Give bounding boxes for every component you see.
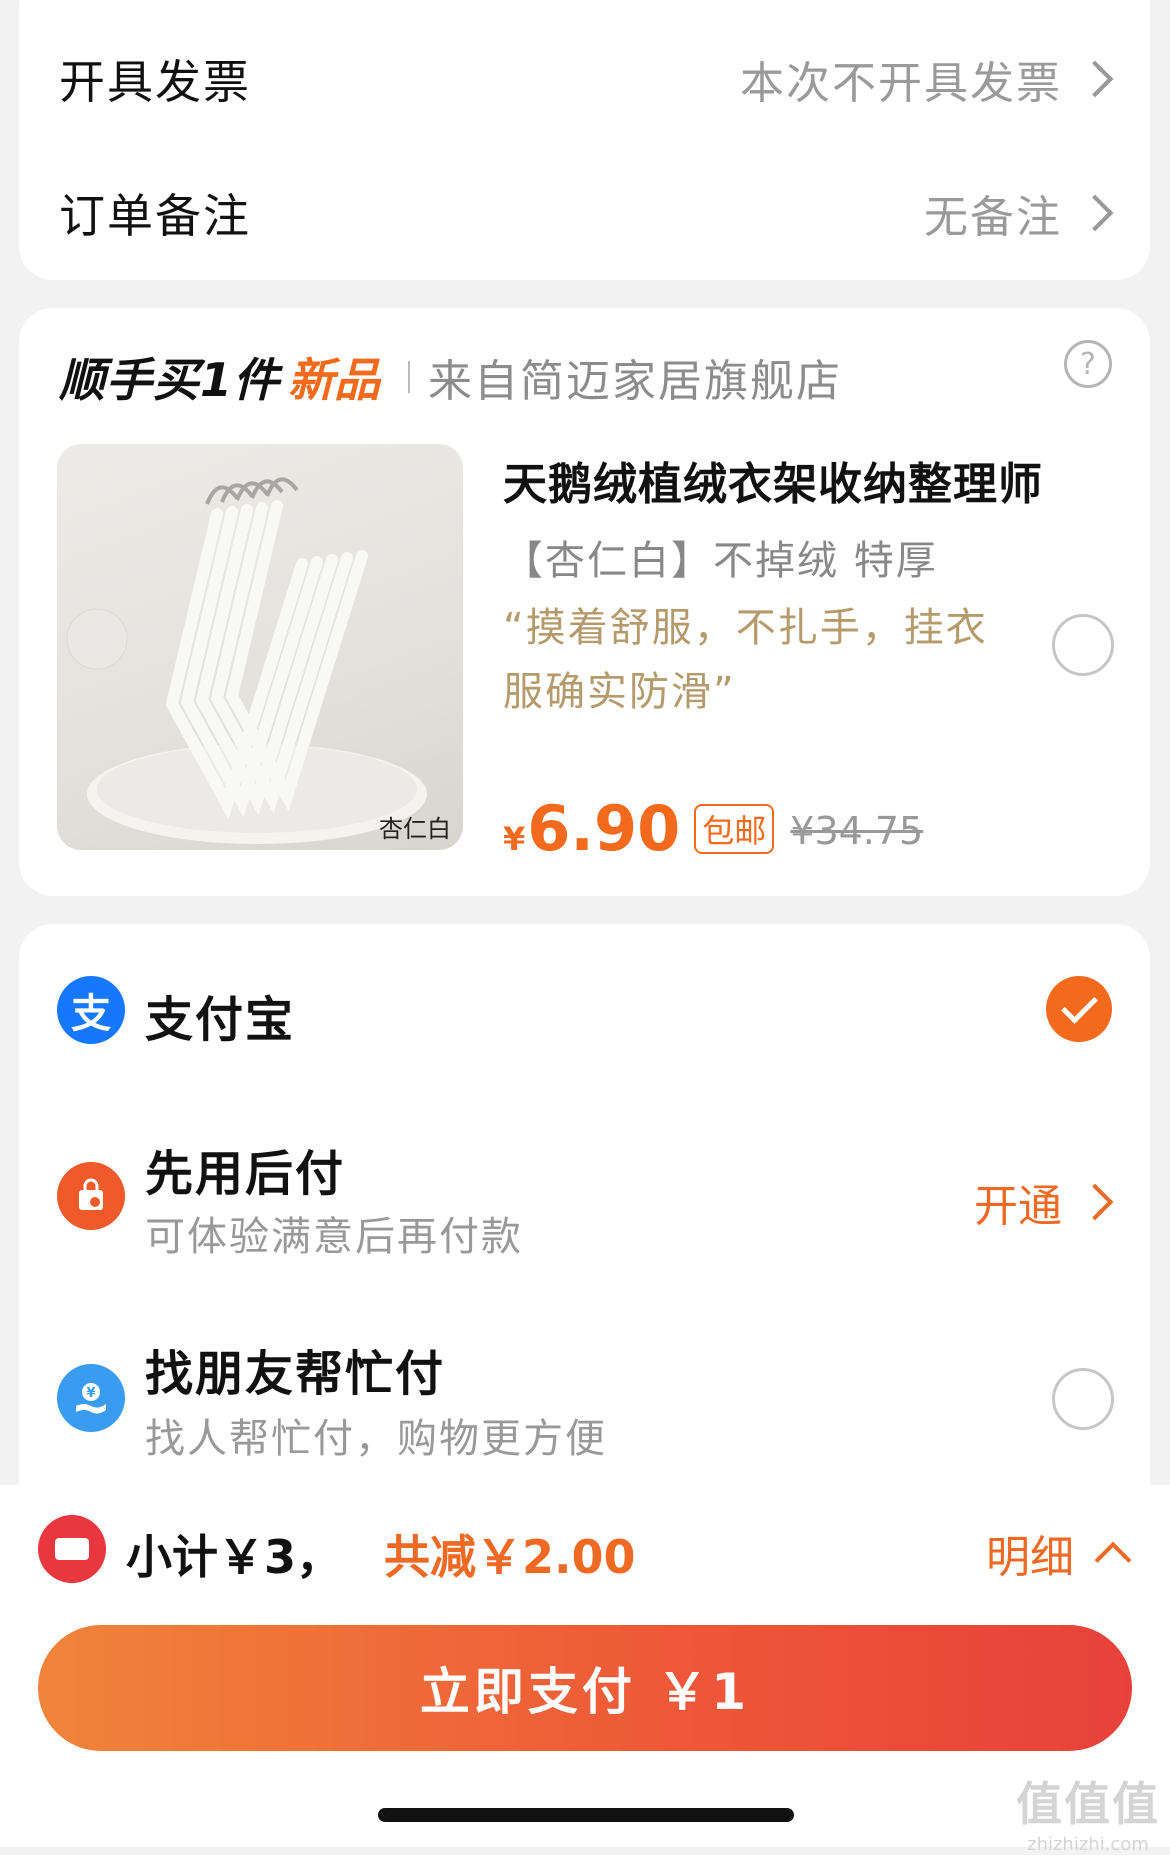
detail-toggle[interactable]: 明细 <box>986 1521 1132 1585</box>
invoice-value: 本次不开具发票 <box>740 47 1114 111</box>
addon-select-radio[interactable] <box>1052 614 1114 676</box>
remark-value: 无备注 <box>924 181 1114 245</box>
home-indicator <box>378 1808 794 1822</box>
alipay-icon: 支 <box>57 976 125 1044</box>
currency-symbol: ¥ <box>503 820 526 858</box>
discount-text: 共减￥2.00 <box>384 1530 636 1584</box>
chevron-right-icon <box>1076 60 1114 98</box>
product-price: ¥ 6.90 包邮 ¥34.75 <box>503 792 923 865</box>
remark-row[interactable]: 订单备注 无备注 <box>19 146 1150 280</box>
coupon-icon <box>38 1515 106 1583</box>
svg-text:¥: ¥ <box>86 1386 95 1401</box>
enable-label: 开通 <box>974 1181 1062 1232</box>
product-image[interactable]: 杏仁白 <box>57 444 463 850</box>
chevron-right-icon <box>1076 1183 1114 1221</box>
selected-check-icon[interactable] <box>1046 976 1112 1042</box>
product-name[interactable]: 天鹅绒植绒衣架收纳整理师 <box>503 448 1043 512</box>
addon-badge: 新品 <box>288 353 381 407</box>
chevron-up-icon <box>1094 1541 1132 1579</box>
divider <box>408 361 411 393</box>
checkout-bar: 小计￥3， 共减￥2.00 明细 立即支付 ￥1 值值值 zhizhizhi.c… <box>0 1485 1170 1855</box>
pay-later-icon <box>57 1162 125 1230</box>
payment-method-subtitle: 可体验满意后再付款 <box>145 1214 523 1260</box>
addon-card: 顺手买1件 新品 来自简迈家居旗舰店 ? 杏仁白 天鹅绒植绒衣架收纳整理师 【杏… <box>19 308 1150 896</box>
chevron-right-icon <box>1076 194 1114 232</box>
free-shipping-badge: 包邮 <box>694 804 775 854</box>
watermark-url: zhizhizhi.com <box>1027 1834 1149 1855</box>
bag-icon <box>79 1178 103 1210</box>
remark-label: 订单备注 <box>59 189 251 243</box>
hanger-illustration <box>66 477 427 844</box>
help-icon[interactable]: ? <box>1064 340 1112 388</box>
subtotal-text: 小计￥3， <box>126 1530 343 1584</box>
pay-now-button[interactable]: 立即支付 ￥1 <box>38 1625 1132 1751</box>
original-price: ¥34.75 <box>790 809 924 853</box>
invoice-value-text: 本次不开具发票 <box>740 58 1062 109</box>
payment-method-name: 找朋友帮忙付 <box>145 1346 446 1402</box>
price-amount: 6.90 <box>527 792 681 865</box>
payment-method-subtitle: 找人帮忙付，购物更方便 <box>145 1416 607 1462</box>
yen-hand-icon: ¥ <box>76 1383 106 1414</box>
addon-header: 顺手买1件 新品 来自简迈家居旗舰店 <box>59 344 842 410</box>
remark-value-text: 无备注 <box>924 192 1062 243</box>
watermark: 值值值 zhizhizhi.com <box>1016 1768 1160 1855</box>
invoice-row[interactable]: 开具发票 本次不开具发票 <box>19 12 1150 146</box>
friend-pay-icon: ¥ <box>57 1364 125 1432</box>
payment-method-name: 先用后付 <box>145 1146 346 1202</box>
watermark-logo: 值值值 <box>1016 1777 1160 1831</box>
addon-store: 来自简迈家居旗舰店 <box>428 356 843 407</box>
product-spec: 【杏仁白】不掉绒 特厚 <box>503 538 938 584</box>
order-options-card: 开具发票 本次不开具发票 订单备注 无备注 <box>19 0 1150 280</box>
payment-method-name: 支付宝 <box>145 992 296 1048</box>
detail-label: 明细 <box>986 1532 1074 1583</box>
product-review-quote: “摸着舒服，不扎手，挂衣服确实防滑” <box>503 605 988 715</box>
invoice-label: 开具发票 <box>59 55 251 109</box>
friend-pay-radio[interactable] <box>1052 1368 1114 1430</box>
enable-link[interactable]: 开通 <box>974 1170 1114 1234</box>
image-caption: 杏仁白 <box>379 815 451 843</box>
addon-title: 顺手买1件 <box>59 353 281 407</box>
payment-methods-card: 支 支付宝 先用后付 可体验满意后再付款 开通 ¥ 找朋友帮忙付 找人帮忙付，购… <box>19 924 1150 1564</box>
